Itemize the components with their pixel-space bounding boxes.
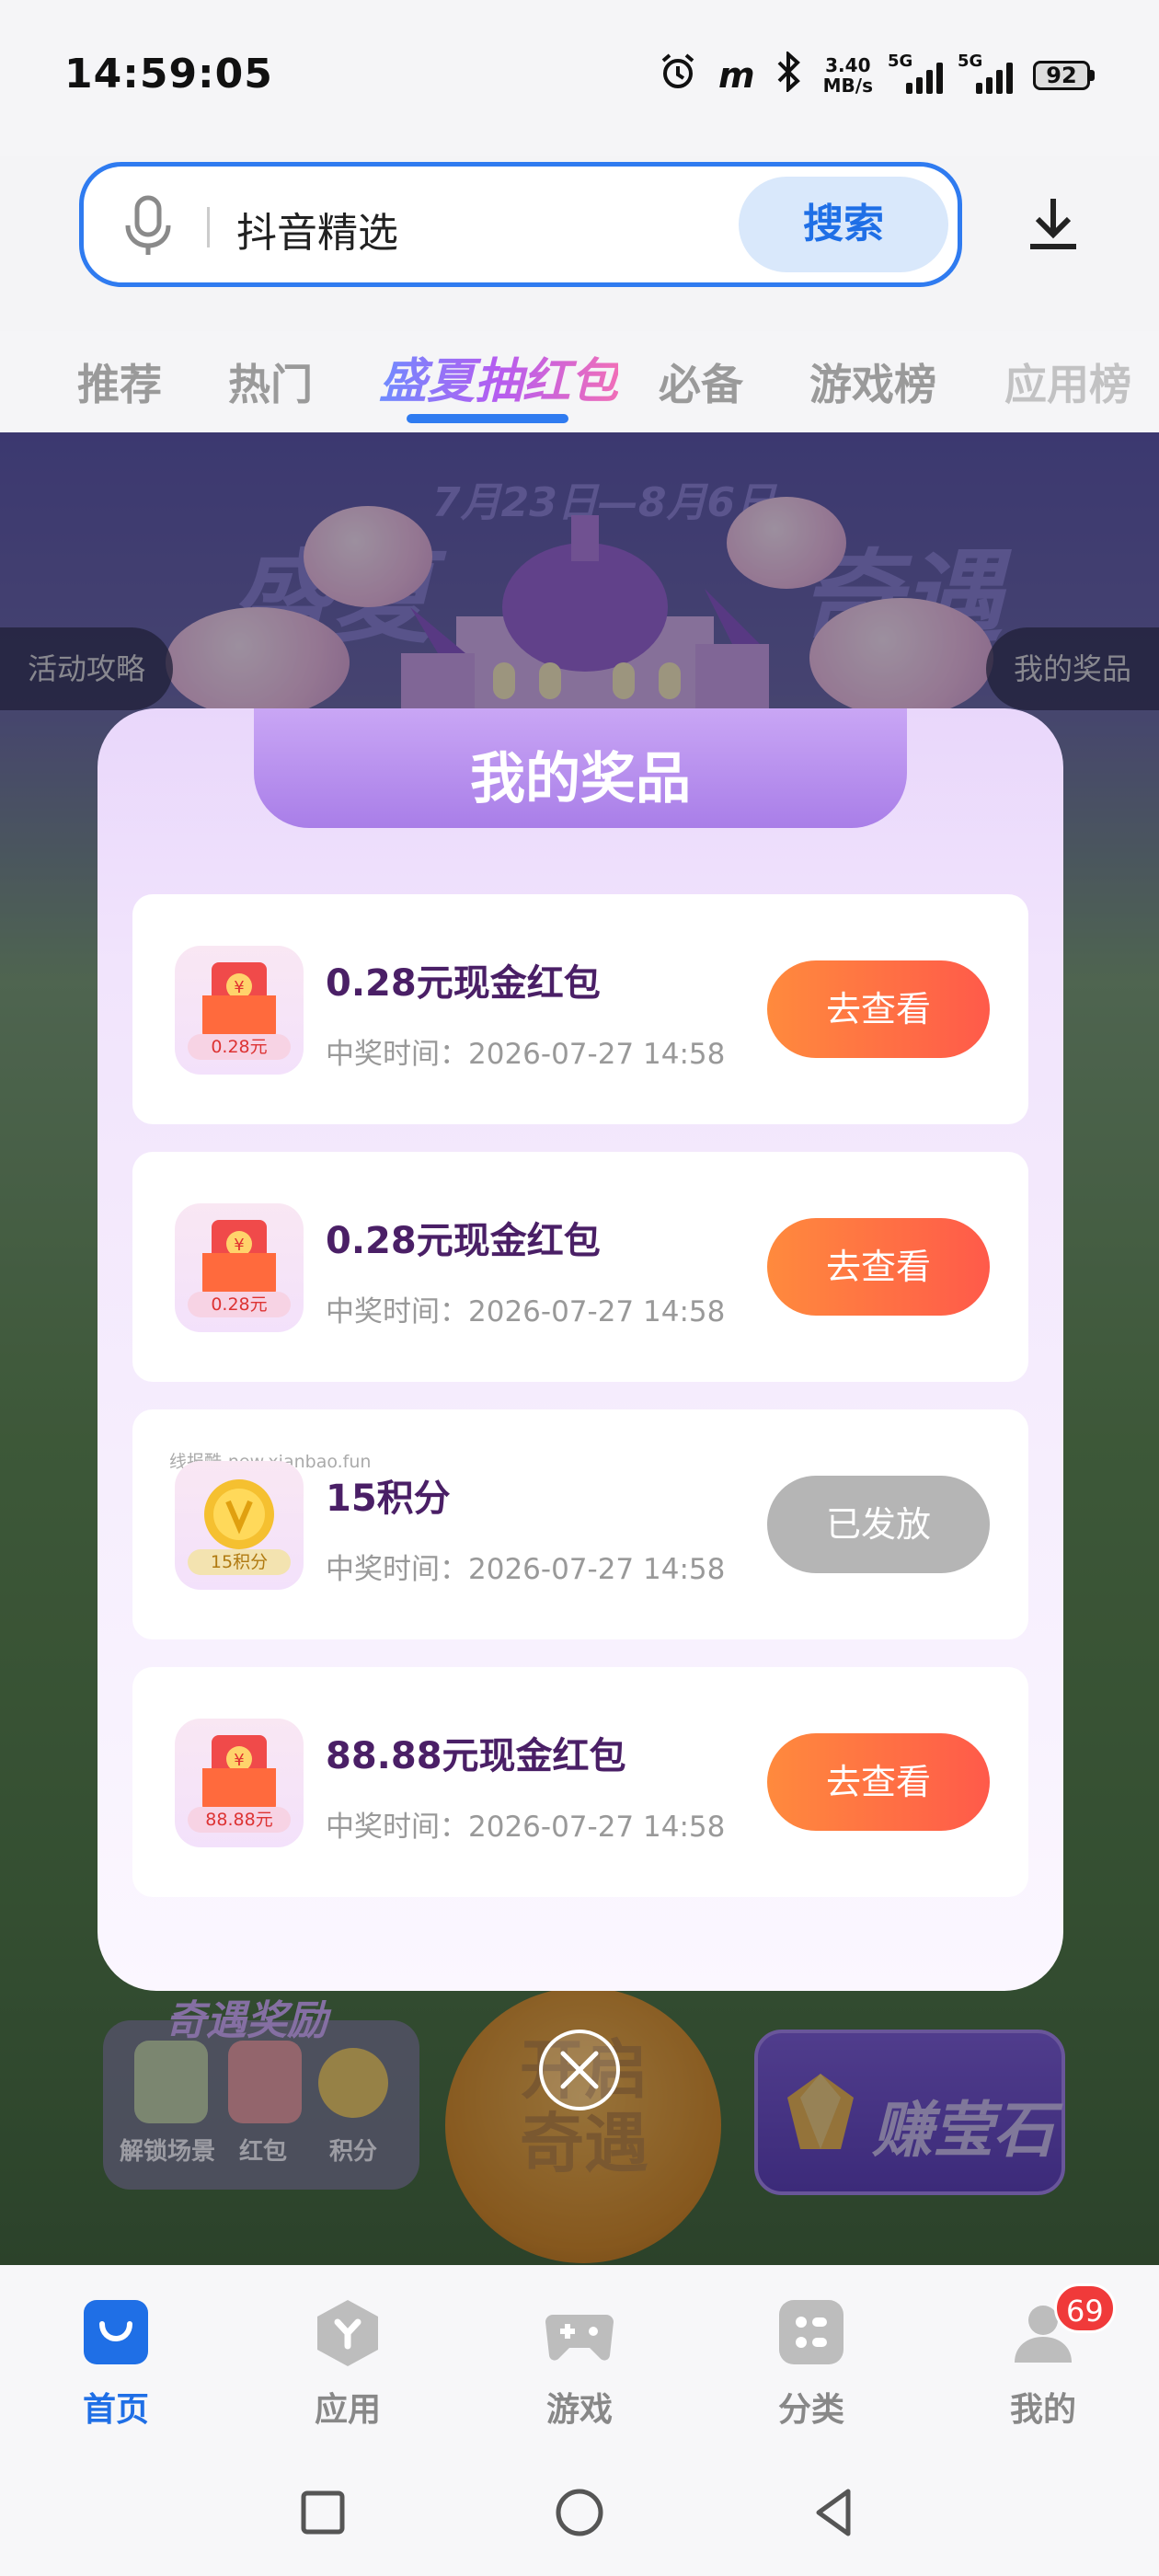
gamepad-icon (545, 2315, 614, 2361)
battery-icon: 92 (1033, 60, 1095, 90)
prize-item: ¥ 0.28元 0.28元现金红包 中奖时间：2026-07-27 14:58 … (132, 894, 1028, 1124)
prize-time: 中奖时间：2026-07-27 14:58 (326, 1553, 726, 1586)
prize-thumbnail: 15积分 (175, 1461, 304, 1590)
prize-thumbnail: ¥ 0.28元 (175, 946, 304, 1075)
tab-hot[interactable]: 热门 (228, 351, 313, 412)
close-icon (560, 2051, 599, 2089)
prize-tag: 0.28元 (188, 1292, 291, 1317)
prize-time: 中奖时间：2026-07-27 14:58 (326, 1811, 726, 1844)
signal-sim1-icon: 5G (888, 52, 943, 94)
red-envelope-icon: ¥ (202, 1735, 276, 1812)
close-dialog-button[interactable] (539, 2030, 620, 2110)
apps-hexagon-icon (317, 2300, 378, 2366)
view-prize-button[interactable]: 去查看 (767, 960, 990, 1058)
svg-text:¥: ¥ (234, 978, 244, 997)
nav-me[interactable]: 69 我的 (979, 2283, 1116, 2431)
search-query[interactable]: 抖音精选 (236, 200, 398, 259)
prize-tag: 88.88元 (188, 1807, 291, 1833)
bottom-navigation: 首页 应用 游戏 分类 69 我的 (0, 2265, 1159, 2449)
prize-tag: 15积分 (188, 1549, 291, 1575)
battery-level: 92 (1033, 60, 1090, 90)
nav-home[interactable]: 首页 (52, 2296, 180, 2431)
search-button[interactable]: 搜索 (739, 177, 948, 272)
prize-name: 88.88元现金红包 (326, 1735, 626, 1777)
view-prize-button[interactable]: 去查看 (767, 1218, 990, 1316)
net-speed-unit: MB/s (822, 74, 873, 97)
status-icons: m 3.40 MB/s 5G 5G 92 (658, 50, 1095, 98)
tab-recommend[interactable]: 推荐 (77, 351, 162, 412)
coin-icon (204, 1479, 274, 1549)
tab-game-ranking[interactable]: 游戏榜 (809, 351, 936, 412)
alarm-icon (658, 52, 698, 98)
status-bar: 14:59:05 m 3.40 MB/s 5G 5G 92 (0, 0, 1159, 156)
sim1-label: 5G (888, 51, 913, 71)
dialog-header: 我的奖品 (254, 708, 907, 828)
svg-text:¥: ¥ (234, 1236, 244, 1255)
nav-categories-label: 分类 (777, 2391, 844, 2429)
tab-active-indicator (407, 414, 568, 423)
nav-apps-label: 应用 (314, 2391, 381, 2429)
prize-item: ¥ 88.88元 88.88元现金红包 中奖时间：2026-07-27 14:5… (132, 1667, 1028, 1897)
search-divider (207, 207, 210, 247)
nav-home-label: 首页 (82, 2391, 149, 2429)
prize-name: 0.28元现金红包 (326, 1220, 601, 1262)
recents-icon[interactable] (294, 2484, 351, 2541)
system-navigation (0, 2449, 1159, 2576)
tab-app-ranking[interactable]: 应用榜 (1004, 351, 1131, 412)
prize-name: 0.28元现金红包 (326, 962, 601, 1005)
view-prize-button[interactable]: 去查看 (767, 1733, 990, 1831)
my-prizes-dialog: 我的奖品 ¥ 0.28元 0.28元现金红包 中奖时间：2026-07-27 1… (98, 708, 1063, 1991)
back-icon[interactable] (808, 2484, 865, 2541)
prize-thumbnail: ¥ 0.28元 (175, 1203, 304, 1332)
shopping-bag-icon (84, 2300, 148, 2364)
tab-essentials[interactable]: 必备 (659, 351, 743, 412)
prize-time: 中奖时间：2026-07-27 14:58 (326, 1038, 726, 1071)
prize-time: 中奖时间：2026-07-27 14:58 (326, 1295, 726, 1328)
prize-item: ¥ 0.28元 0.28元现金红包 中奖时间：2026-07-27 14:58 … (132, 1152, 1028, 1382)
prize-tag: 0.28元 (188, 1034, 291, 1060)
bluetooth-icon (775, 50, 803, 98)
nav-games-label: 游戏 (545, 2391, 613, 2429)
nav-me-label: 我的 (1009, 2391, 1076, 2429)
red-envelope-icon: ¥ (202, 962, 276, 1040)
carrier-logo-icon: m (718, 54, 755, 96)
svg-text:¥: ¥ (234, 1751, 244, 1770)
download-icon[interactable] (1023, 193, 1084, 254)
dialog-title: 我的奖品 (470, 747, 691, 811)
home-icon[interactable] (551, 2484, 608, 2541)
tab-summer-red-packet[interactable]: 盛夏抽红包 (379, 342, 618, 411)
prize-thumbnail: ¥ 88.88元 (175, 1719, 304, 1847)
microphone-icon[interactable] (120, 194, 176, 259)
category-tabs: 推荐 热门 盛夏抽红包 必备 游戏榜 应用榜 (0, 331, 1159, 432)
net-speed-value: 3.40 (825, 53, 871, 76)
nav-categories[interactable]: 分类 (747, 2296, 876, 2431)
prize-issued-button: 已发放 (767, 1476, 990, 1573)
nav-games[interactable]: 游戏 (515, 2296, 644, 2431)
net-speed: 3.40 MB/s (823, 55, 873, 96)
red-envelope-icon: ¥ (202, 1220, 276, 1297)
signal-sim2-icon: 5G (958, 52, 1013, 94)
nav-apps[interactable]: 应用 (283, 2296, 412, 2431)
prize-item: 线报酷-new.xianbao.fun 15积分 15积分 中奖时间：2026-… (132, 1409, 1028, 1639)
category-grid-icon (779, 2300, 843, 2364)
search-input[interactable]: 抖音精选 搜索 (79, 162, 962, 287)
status-time: 14:59:05 (64, 51, 273, 98)
notification-badge: 69 (1054, 2283, 1116, 2333)
prize-name: 15积分 (326, 1478, 451, 1520)
sim2-label: 5G (958, 51, 983, 71)
